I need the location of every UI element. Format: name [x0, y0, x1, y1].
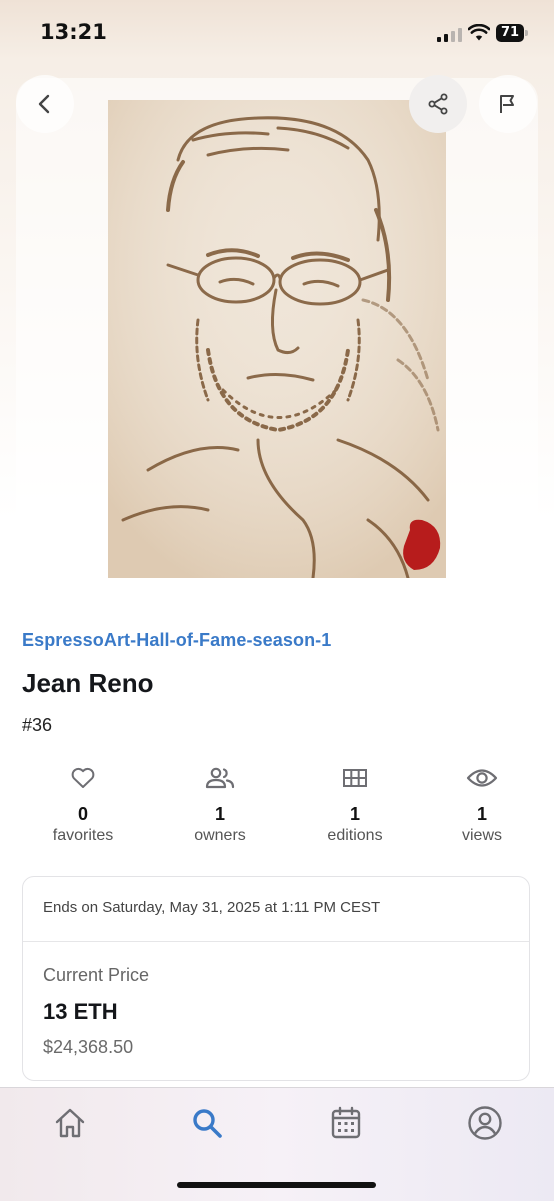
stat-editions[interactable]: 1 editions — [295, 760, 415, 845]
home-icon — [55, 1108, 85, 1138]
collection-link[interactable]: EspressoArt-Hall-of-Fame-season-1 — [22, 630, 331, 651]
nft-title: Jean Reno — [22, 668, 154, 698]
wifi-icon — [467, 23, 491, 46]
stat-label: owners — [194, 827, 246, 844]
editions-grid-icon — [343, 769, 367, 787]
share-button[interactable] — [409, 75, 467, 133]
profile-icon — [468, 1106, 502, 1140]
cellular-signal-icon — [437, 28, 462, 42]
tab-profile[interactable] — [458, 1096, 512, 1150]
stat-value: 0 — [77, 804, 88, 824]
flag-icon — [500, 95, 514, 113]
stat-label: favorites — [52, 827, 114, 844]
tab-home[interactable] — [43, 1096, 97, 1150]
stat-label: editions — [327, 827, 383, 844]
auction-card: Ends on Saturday, May 31, 2025 at 1:11 P… — [22, 876, 530, 1081]
stat-views[interactable]: 1 views — [422, 760, 542, 845]
stat-favorites[interactable]: 0 favorites — [23, 760, 143, 845]
stat-label: views — [461, 827, 502, 844]
token-id: #36 — [22, 715, 53, 735]
status-bar: 13:21 71 — [0, 0, 554, 66]
artwork-image[interactable] — [108, 100, 446, 578]
battery-icon: 71 — [496, 24, 528, 42]
search-icon — [193, 1109, 222, 1138]
stats-row: 0 favorites 1 owners 1 editions 1 views — [22, 760, 532, 860]
stat-value: 1 — [349, 804, 360, 824]
tab-calendar[interactable] — [319, 1096, 373, 1150]
eye-icon — [466, 769, 498, 787]
home-indicator[interactable] — [177, 1182, 376, 1188]
tab-search[interactable] — [180, 1096, 234, 1150]
heart-icon — [71, 767, 95, 788]
stat-value: 1 — [476, 804, 487, 824]
battery-level: 71 — [496, 24, 524, 42]
status-time: 13:21 — [40, 20, 107, 44]
current-price-label: Current Price — [43, 965, 150, 985]
share-icon — [428, 93, 448, 115]
price-usd: $24,368.50 — [43, 1037, 134, 1057]
stat-owners[interactable]: 1 owners — [160, 760, 280, 845]
auction-end-text: Ends on Saturday, May 31, 2025 at 1:11 P… — [43, 899, 381, 916]
back-button[interactable] — [16, 75, 74, 133]
report-button[interactable] — [479, 75, 537, 133]
calendar-icon — [331, 1106, 361, 1139]
divider — [23, 941, 529, 942]
stat-value: 1 — [214, 804, 225, 824]
owners-icon — [205, 767, 235, 789]
chevron-left-icon — [38, 94, 50, 114]
price-eth: 13 ETH — [43, 999, 118, 1024]
